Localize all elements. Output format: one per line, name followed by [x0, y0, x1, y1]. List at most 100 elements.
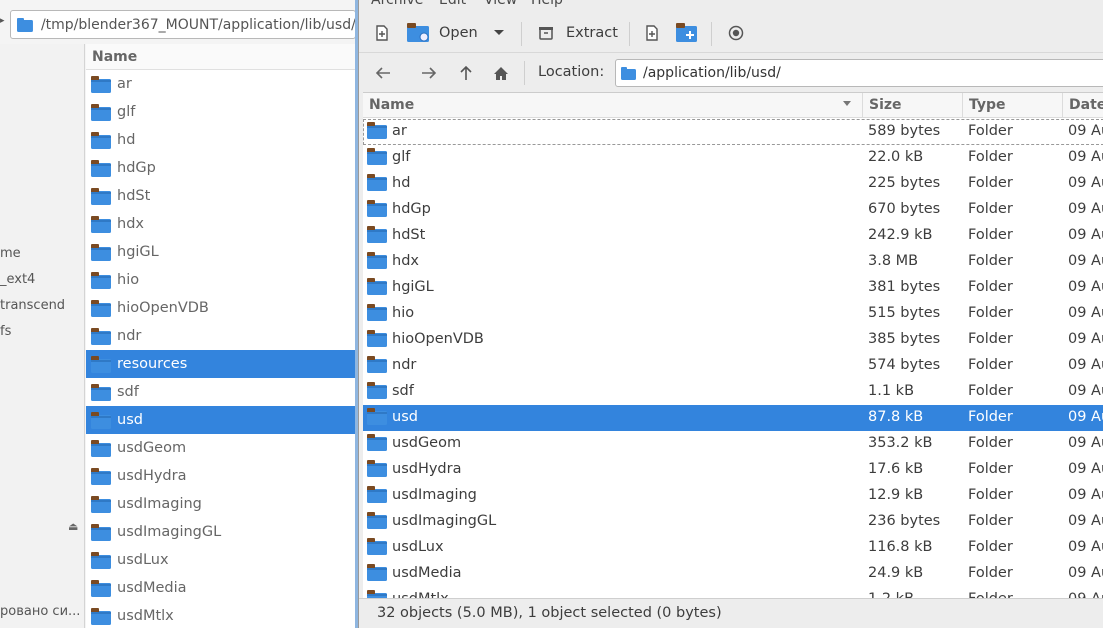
folder-icon [367, 434, 387, 451]
row-size: 3.8 MB [868, 253, 919, 269]
list-item[interactable]: usdImagingGL [86, 518, 357, 546]
menu-view[interactable]: View [484, 0, 517, 8]
folder-icon [367, 252, 387, 269]
column-header-type[interactable]: Type [963, 93, 1063, 118]
folder-icon [367, 538, 387, 555]
table-row[interactable]: glf 22.0 kB Folder 09 Au [363, 145, 1103, 171]
table-row[interactable]: hdGp 670 bytes Folder 09 Au [363, 197, 1103, 223]
row-date: 09 Au [1068, 253, 1103, 269]
sidebar-item[interactable]: ровано си... [0, 604, 80, 619]
path-arrow-icon[interactable]: ▸ [0, 16, 5, 26]
archive-rows: ar 589 bytes Folder 09 Au glf 22.0 kB Folder 09… [363, 119, 1103, 598]
list-item[interactable]: ar [86, 70, 357, 98]
folder-icon [91, 187, 111, 205]
table-row[interactable]: hgiGL 381 bytes Folder 09 Au [363, 275, 1103, 301]
row-name: hdx [392, 253, 419, 269]
list-item[interactable]: hio [86, 266, 357, 294]
table-row[interactable]: usdMtlx 1.2 kB Folder 09 Au [363, 587, 1103, 598]
add-files-button[interactable] [645, 14, 659, 52]
column-headers: Name Size Type Date [363, 93, 1103, 118]
places-sidebar: me _ext4 transcend fs ⏏ ровано си... [0, 44, 85, 628]
toolbar-separator [629, 22, 630, 46]
sidebar-item[interactable]: transcend [0, 298, 65, 313]
folder-list: Name ar glf hd hdGp hdSt hdx hgiGL hio hioOpenVD… [86, 44, 357, 628]
row-name: usd [392, 409, 418, 425]
table-row[interactable]: hdx 3.8 MB Folder 09 Au [363, 249, 1103, 275]
folder-icon [91, 411, 111, 429]
toolbar-separator [711, 22, 712, 46]
location-field[interactable]: /application/lib/usd/ [615, 59, 1103, 87]
row-name: hio [392, 305, 415, 321]
row-name: hd [392, 175, 411, 191]
column-header-size[interactable]: Size [863, 93, 963, 118]
list-item[interactable]: hdGp [86, 154, 357, 182]
menu-archive[interactable]: Archive [371, 0, 423, 8]
eject-icon[interactable]: ⏏ [68, 520, 78, 533]
column-header-name[interactable]: Name [86, 44, 357, 70]
list-item[interactable]: hgiGL [86, 238, 357, 266]
row-size: 574 bytes [868, 357, 941, 373]
extract-button[interactable]: Extract [539, 14, 618, 52]
row-type: Folder [968, 331, 1013, 347]
row-date: 09 Au [1068, 383, 1103, 399]
table-row[interactable]: usdImagingGL 236 bytes Folder 09 Au [363, 509, 1103, 535]
new-archive-button[interactable] [375, 14, 389, 52]
add-file-icon [646, 25, 658, 41]
table-row[interactable]: sdf 1.1 kB Folder 09 Au [363, 379, 1103, 405]
forward-button[interactable] [421, 53, 437, 93]
folder-icon [91, 495, 111, 513]
list-item[interactable]: usdGeom [86, 434, 357, 462]
add-folder-button[interactable] [676, 14, 698, 52]
table-row[interactable]: usdMedia 24.9 kB Folder 09 Au [363, 561, 1103, 587]
row-date: 09 Au [1068, 461, 1103, 477]
table-row[interactable]: usdHydra 17.6 kB Folder 09 Au [363, 457, 1103, 483]
list-item[interactable]: hdx [86, 210, 357, 238]
list-item[interactable]: sdf [86, 378, 357, 406]
row-date: 09 Au [1068, 175, 1103, 191]
back-button[interactable] [375, 53, 391, 93]
open-dropdown-button[interactable] [493, 14, 505, 52]
up-button[interactable] [459, 53, 473, 93]
column-header-name[interactable]: Name [363, 93, 863, 118]
row-size: 225 bytes [868, 175, 941, 191]
row-type: Folder [968, 279, 1013, 295]
table-row[interactable]: usd 87.8 kB Folder 09 Au [363, 405, 1103, 431]
table-row[interactable]: usdGeom 353.2 kB Folder 09 Au [363, 431, 1103, 457]
table-row[interactable]: usdLux 116.8 kB Folder 09 Au [363, 535, 1103, 561]
open-button[interactable]: Open [407, 14, 478, 52]
menu-help[interactable]: Help [531, 0, 563, 8]
column-header-date[interactable]: Date [1063, 93, 1103, 118]
list-item[interactable]: usdImaging [86, 490, 357, 518]
folder-icon [367, 226, 387, 243]
table-row[interactable]: ar 589 bytes Folder 09 Au [363, 119, 1103, 145]
row-date: 09 Au [1068, 539, 1103, 555]
path-bar[interactable]: /tmp/blender367_MOUNT/application/lib/us… [10, 10, 356, 39]
table-row[interactable]: usdImaging 12.9 kB Folder 09 Au [363, 483, 1103, 509]
table-row[interactable]: hio 515 bytes Folder 09 Au [363, 301, 1103, 327]
list-item[interactable]: hdSt [86, 182, 357, 210]
list-item[interactable]: hd [86, 126, 357, 154]
list-item[interactable]: usdMtlx [86, 602, 357, 628]
sidebar-item[interactable]: me [0, 246, 21, 261]
sidebar-item[interactable]: fs [0, 324, 11, 339]
table-row[interactable]: hd 225 bytes Folder 09 Au [363, 171, 1103, 197]
sidebar-item[interactable]: _ext4 [0, 272, 35, 287]
menu-edit[interactable]: Edit [439, 0, 466, 8]
list-item[interactable]: usdMedia [86, 574, 357, 602]
list-item[interactable]: usdLux [86, 546, 357, 574]
folder-icon [91, 467, 111, 485]
list-item[interactable]: usd [86, 406, 357, 434]
table-row[interactable]: hdSt 242.9 kB Folder 09 Au [363, 223, 1103, 249]
table-row[interactable]: hioOpenVDB 385 bytes Folder 09 Au [363, 327, 1103, 353]
path-text: /tmp/blender367_MOUNT/application/lib/us… [40, 16, 355, 33]
stop-button[interactable] [728, 14, 744, 52]
list-item[interactable]: usdHydra [86, 462, 357, 490]
list-item[interactable]: glf [86, 98, 357, 126]
list-item[interactable]: resources [86, 350, 357, 378]
home-button[interactable] [493, 53, 509, 93]
stop-icon [728, 25, 744, 41]
list-item[interactable]: hioOpenVDB [86, 294, 357, 322]
row-name: hdGp [392, 201, 431, 217]
table-row[interactable]: ndr 574 bytes Folder 09 Au [363, 353, 1103, 379]
list-item[interactable]: ndr [86, 322, 357, 350]
